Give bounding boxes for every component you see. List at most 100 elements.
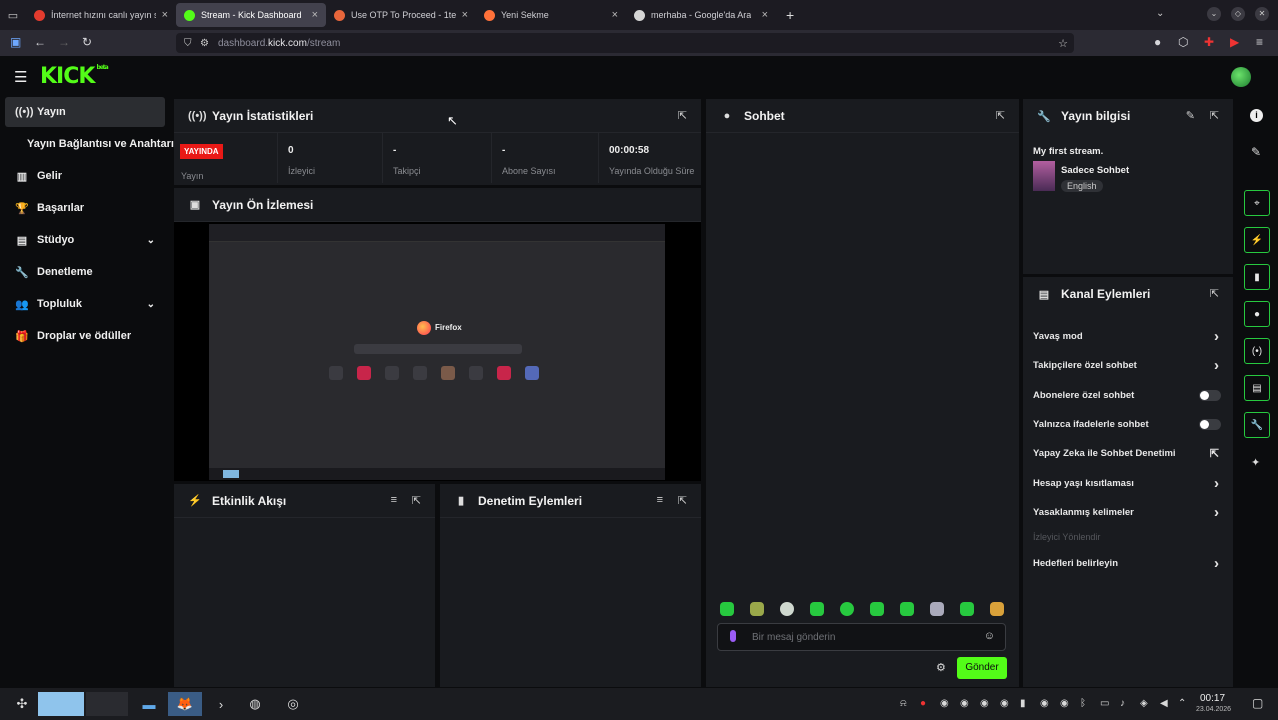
channel-action-row[interactable]: Abonelere özel sohbet [1033,386,1223,404]
info-icon[interactable]: i [1250,109,1263,122]
chevron-right-icon[interactable]: › [1214,328,1219,345]
emoji-icon[interactable]: ☺ [984,630,995,642]
tab-list-icon[interactable]: ▭ [0,9,26,22]
rail-add-widget-icon[interactable]: ✦ [1251,456,1260,469]
maximize-icon[interactable]: ◇ [1231,7,1245,21]
pencil-icon[interactable]: ✎ [1251,145,1261,159]
sidebar-item-4[interactable]: ▤ Stüdyo ⌄ [5,225,165,255]
popout-icon[interactable]: ⇱ [678,494,687,507]
launcher-icon[interactable]: ✣ [10,692,34,716]
chevron-right-icon[interactable]: › [1214,475,1219,492]
tray-app-icon[interactable]: ◉ [940,698,949,709]
reload-icon[interactable]: ↻ [82,35,92,49]
emote-icon[interactable] [900,602,914,616]
stream-preview[interactable]: Firefox [209,224,665,480]
browser-tab[interactable]: İnternet hızını canlı yayın s × [26,0,176,30]
workspace-2[interactable] [86,692,128,716]
chevron-down-icon[interactable]: ⌄ [147,235,155,246]
kick-logo[interactable]: KICK beta [40,64,109,89]
url-bar[interactable]: ⛉ ⚙ dashboard. kick.com/stream ☆ [176,33,1074,53]
site-settings-icon[interactable]: ⚙ [200,38,209,49]
tray-app-icon[interactable]: ◉ [1060,698,1069,709]
workspace-1[interactable] [38,692,84,716]
extension-red-icon[interactable]: ✚ [1204,35,1214,49]
browser-tab[interactable]: Use OTP To Proceed - 1tera × [326,0,476,30]
sidebar-item-6[interactable]: 👥 Topluluk ⌄ [5,289,165,319]
bluetooth-icon[interactable]: ᛒ [1080,698,1086,709]
channel-action-row[interactable]: Yapay Zeka ile Sohbet Denetimi ⇱ [1033,444,1223,462]
record-icon[interactable]: ● [920,698,926,709]
popout-icon[interactable]: ⇱ [678,109,687,122]
channel-action-row[interactable]: Hesap yaşı kısıtlaması › [1033,474,1223,492]
rail-clipboard-icon[interactable]: ▮ [1244,264,1270,290]
rail-lightning-icon[interactable]: ⚡ [1244,227,1270,253]
sidebar-item-0[interactable]: ((•)) Yayın [5,97,165,127]
channel-action-row[interactable]: Yavaş mod › [1033,327,1223,345]
forward-icon[interactable]: → [58,35,70,49]
obs-icon[interactable]: ◎ [280,692,306,716]
terminal-icon[interactable]: › [208,692,234,716]
emote-icon[interactable] [780,602,794,616]
popout-icon[interactable]: ⇱ [1210,287,1219,300]
send-button[interactable]: Gönder [957,657,1007,679]
close-tab-icon[interactable]: × [156,9,168,21]
hamburger-menu-icon[interactable]: ☰ [14,68,27,86]
channel-action-row[interactable]: Yalnızca ifadelerle sohbet [1033,415,1223,433]
pocket-icon[interactable]: ● [1154,35,1161,49]
emote-icon[interactable] [840,602,854,616]
chevron-right-icon[interactable]: › [1214,357,1219,374]
toggle-switch[interactable] [1199,418,1221,430]
toggle-switch[interactable] [1199,389,1221,401]
clock-time[interactable]: 00:17 [1200,693,1225,704]
back-icon[interactable]: ← [34,35,46,49]
mic-tray-icon[interactable]: ♪ [1120,698,1125,709]
steam-icon[interactable]: ◍ [242,692,268,716]
battery-icon[interactable]: ▭ [1100,698,1109,709]
volume-icon[interactable]: ◀ [1160,698,1168,709]
chat-settings-icon[interactable]: ⚙ [936,661,946,674]
close-tab-icon[interactable]: × [756,9,768,21]
chat-input[interactable]: Bir mesaj gönderin ☺ [717,623,1006,651]
extensions-icon[interactable]: ⬡ [1178,35,1188,49]
browser-tab[interactable]: Stream - Kick Dashboard × [176,3,326,27]
rail-stream-icon[interactable]: ⌖ [1244,190,1270,216]
rail-chat-icon[interactable]: ● [1244,301,1270,327]
browser-tab[interactable]: Yeni Sekme × [476,0,626,30]
close-tab-icon[interactable]: × [306,9,318,21]
rail-broadcast-icon[interactable]: (•) [1244,338,1270,364]
rail-channel-icon[interactable]: ▤ [1244,375,1270,401]
close-window-icon[interactable]: ✕ [1255,7,1269,21]
show-desktop-icon[interactable]: ▢ [1252,696,1263,710]
tray-app-icon[interactable]: ◉ [1040,698,1049,709]
emote-icon[interactable] [750,602,764,616]
emote-icon[interactable] [960,602,974,616]
tray-app-icon[interactable]: ◉ [980,698,989,709]
sidebar-item-2[interactable]: ▥ Gelir [5,161,165,191]
extension-youtube-icon[interactable]: ▶ [1230,35,1239,49]
rail-wrench-icon[interactable]: 🔧 [1244,412,1270,438]
tray-app-icon[interactable]: ◉ [1000,698,1009,709]
close-tab-icon[interactable]: × [606,9,618,21]
sidebar-item-5[interactable]: 🔧 Denetleme [5,257,165,287]
minimize-icon[interactable]: ⌄ [1207,7,1221,21]
popout-icon[interactable]: ⇱ [996,109,1005,122]
emote-icon[interactable] [720,602,734,616]
tab-overflow-icon[interactable]: ⌄ [1156,8,1164,19]
sidebar-item-1[interactable]: Yayın Bağlantısı ve Anahtarı [5,129,174,159]
close-tab-icon[interactable]: × [456,9,468,21]
filter-icon[interactable]: ≡ [391,494,397,506]
sidebar-toggle-icon[interactable]: ▣ [10,35,21,49]
emote-icon[interactable] [810,602,824,616]
emote-icon[interactable] [870,602,884,616]
edit-pencil-icon[interactable]: ✎ [1186,109,1195,122]
channel-action-row[interactable]: Takipçilere özel sohbet › [1033,356,1223,374]
expand-tray-icon[interactable]: ⌃ [1178,698,1186,709]
channel-action-row[interactable]: Yasaklanmış kelimeler › [1033,503,1223,521]
menu-icon[interactable]: ≡ [1256,35,1263,49]
chevron-right-icon[interactable]: › [1214,555,1219,572]
browser-tab[interactable]: merhaba - Google'da Ara × [626,0,776,30]
sidebar-item-7[interactable]: 🎁 Droplar ve ödüller [5,321,165,351]
new-tab-button[interactable]: + [786,7,794,23]
mic-icon[interactable] [730,630,736,642]
emote-icon[interactable] [930,602,944,616]
